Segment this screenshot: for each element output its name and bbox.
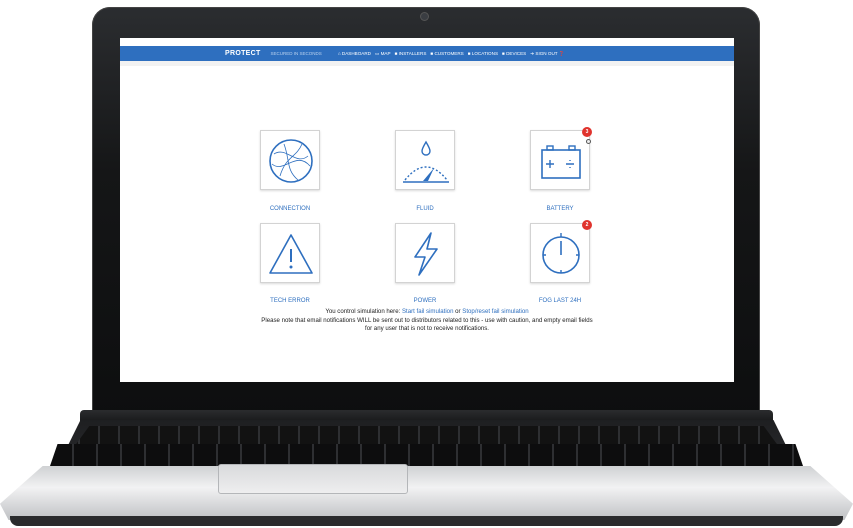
main-nav: ⌂ DASHBOARD ▭ MAP ■ INSTALLERS ■ CUSTOME… [338,51,565,57]
simulation-notes: You control simulation here: Start fail … [120,308,734,334]
palmrest [0,466,853,520]
nav-installers[interactable]: ■ INSTALLERS [395,51,427,57]
battery-icon [541,145,581,179]
nav-sign-out[interactable]: ➔ SIGN OUT ❓ [530,51,564,57]
subheader-bar [120,61,734,66]
globe-icon [269,139,313,183]
trackpad [218,464,408,494]
tile-label-fog: FOG LAST 24H [538,298,582,304]
nav-devices[interactable]: ■ DEVICES [502,51,526,57]
tile-battery[interactable]: 3 [530,127,592,190]
start-simulation-link[interactable]: Start fail simulation [402,308,453,315]
app-header: PROTECT SECURED IN SECONDS ⌂ DASHBOARD ▭… [120,46,734,61]
nav-dashboard[interactable]: ⌂ DASHBOARD [338,51,371,57]
laptop-photo: PROTECT SECURED IN SECONDS ⌂ DASHBOARD ▭… [0,0,853,528]
brand-logo[interactable]: PROTECT [225,50,261,57]
tile-power[interactable] [395,223,455,283]
nav-map[interactable]: ▭ MAP [375,51,391,57]
keyboard-row [50,444,803,466]
tile-label-battery: BATTERY [546,206,574,212]
laptop-bottom-edge [10,516,843,526]
tile-label-tech-error: TECH ERROR [270,298,310,304]
lightning-icon [414,232,438,276]
laptop-screen: PROTECT SECURED IN SECONDS ⌂ DASHBOARD ▭… [120,38,734,382]
tagline: SECURED IN SECONDS [270,51,322,56]
webcam [421,13,428,20]
tile-label-fluid: FLUID [416,206,434,212]
tile-label-connection: CONNECTION [269,206,311,212]
tile-tech-error[interactable] [260,223,320,283]
tile-fog-last-24h[interactable]: 2 [530,220,592,283]
battery-alert-badge: 3 [582,127,592,137]
mouse-cursor-icon [586,139,591,144]
tile-label-power: POWER [413,298,437,304]
simulation-line: You control simulation here: Start fail … [325,308,529,315]
gauge-drop-icon [403,140,449,183]
warning-line: Please note that email notifications WIL… [261,316,593,324]
stop-simulation-link[interactable]: Stop/reset fail simulation [462,308,528,315]
clock-icon [542,233,580,274]
fog-alert-badge: 2 [582,220,592,230]
warning-icon [269,234,313,274]
warning-line-2: for any user that is not to receive noti… [365,325,489,332]
tile-fluid[interactable] [395,130,455,190]
nav-customers[interactable]: ■ CUSTOMERS [430,51,463,57]
tile-connection[interactable] [260,130,320,190]
nav-locations[interactable]: ■ LOCATIONS [468,51,498,57]
